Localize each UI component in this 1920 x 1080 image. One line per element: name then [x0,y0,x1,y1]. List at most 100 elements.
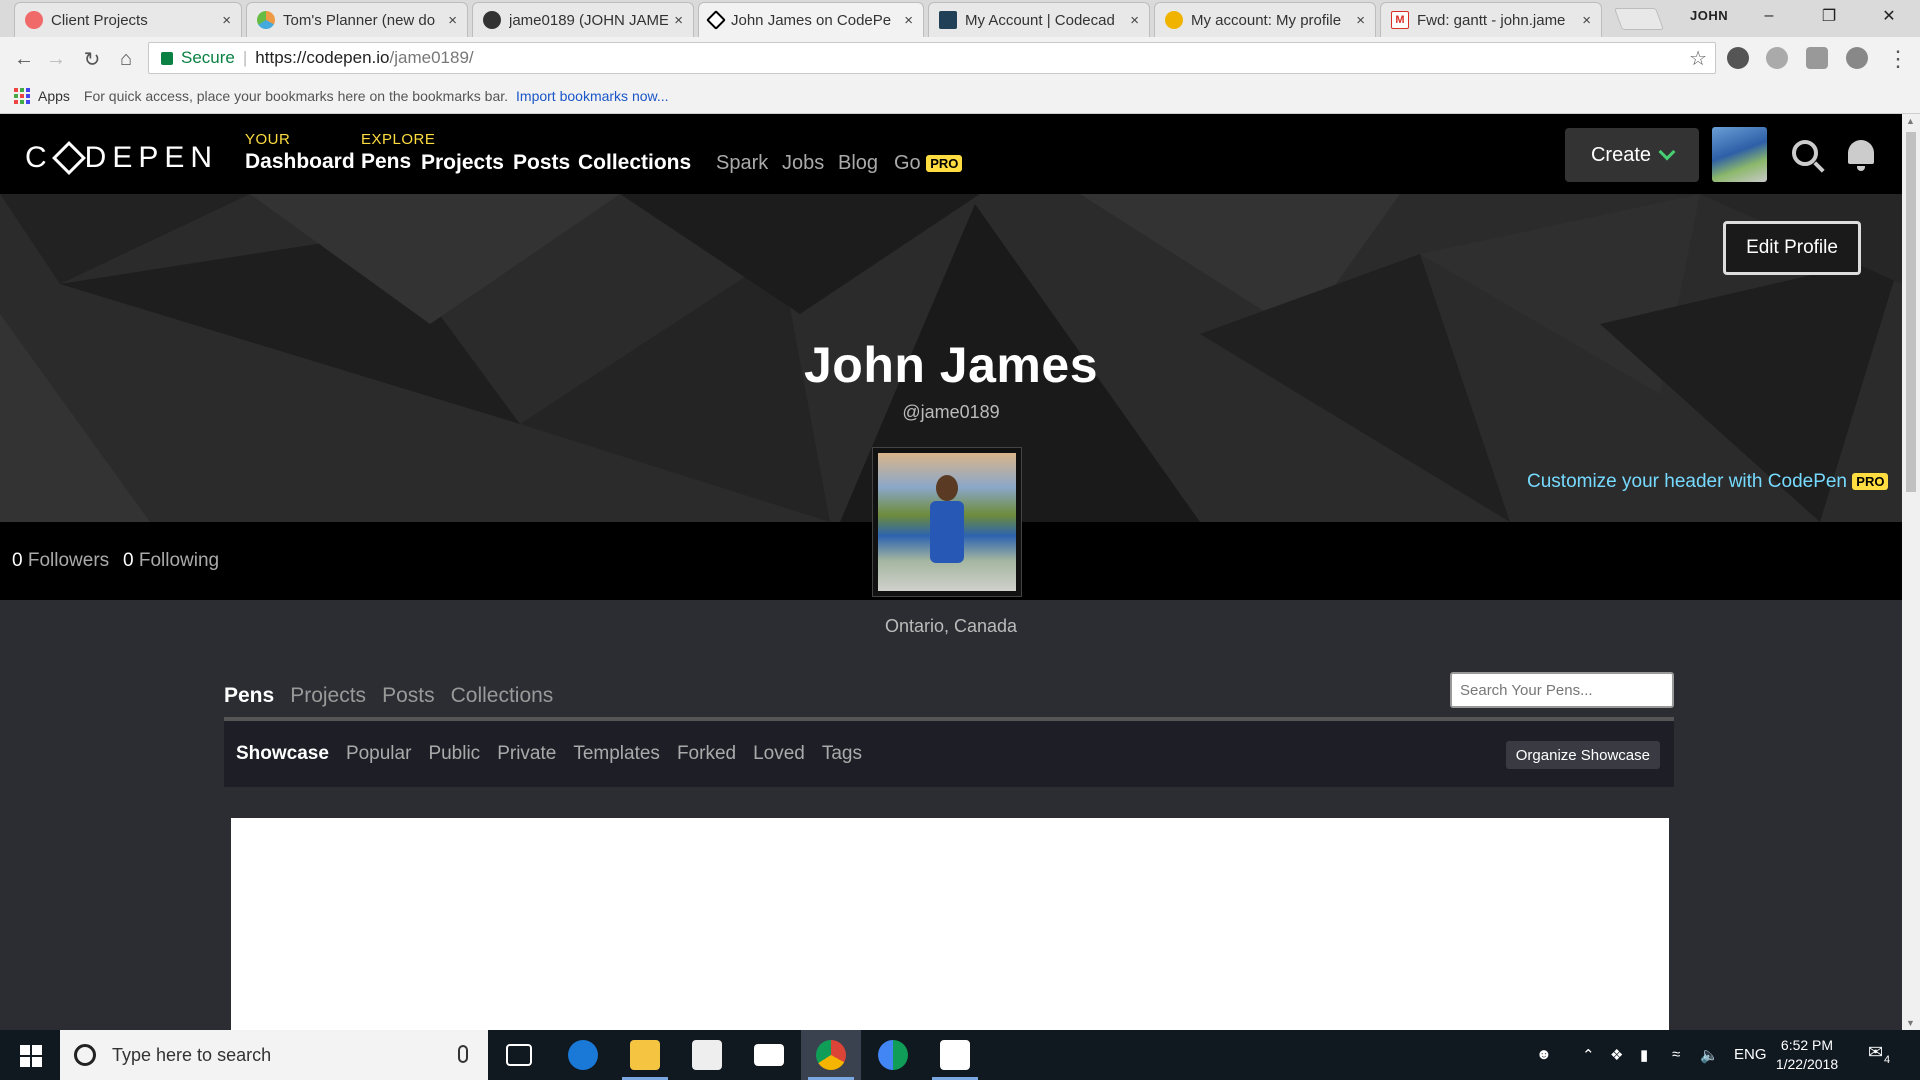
subtab-tags[interactable]: Tags [822,743,862,765]
codepen-icon [706,10,726,30]
profile-location: Ontario, Canada [884,616,1018,636]
taskbar-clock[interactable]: 6:52 PM 1/22/2018 [1762,1036,1852,1074]
subtab-loved[interactable]: Loved [753,743,805,765]
back-icon[interactable]: ← [10,45,38,73]
nav-projects[interactable]: Projects [421,151,504,175]
battery-icon[interactable]: ▮ [1640,1046,1648,1064]
window-user-label[interactable]: JOHN [1690,8,1728,23]
create-button[interactable]: Create [1565,128,1699,182]
import-bookmarks-link[interactable]: Import bookmarks now... [516,88,669,104]
following-link[interactable]: 0 Following [123,550,219,572]
window-close-icon[interactable]: ✕ [1860,0,1918,32]
tray-chevron-up-icon[interactable]: ⌃ [1582,1046,1595,1064]
extension-wordpress-icon[interactable] [1727,47,1749,69]
home-icon[interactable]: ⌂ [112,45,140,73]
extension-icon[interactable] [1766,47,1788,69]
subtab-forked[interactable]: Forked [677,743,736,765]
close-icon[interactable]: × [448,12,457,29]
notifications-icon[interactable]: ✉ [1868,1042,1883,1063]
scroll-down-arrow-icon[interactable]: ▼ [1906,1018,1915,1028]
mail-icon[interactable] [754,1044,784,1066]
github-icon [483,11,501,29]
followers-count: 0 [12,550,23,571]
search-icon[interactable] [1792,140,1818,166]
organize-showcase-button[interactable]: Organize Showcase [1505,741,1660,769]
address-bar[interactable]: Secure | https://codepen.io/jame0189/ ☆ [148,42,1716,74]
restore-icon[interactable]: ❐ [1800,0,1858,32]
tab-pens[interactable]: Pens [224,684,274,708]
wifi-icon[interactable]: ≈ [1672,1046,1680,1063]
nav-dashboard[interactable]: Dashboard [245,150,355,174]
tab-posts[interactable]: Posts [382,684,435,708]
tab-title: Client Projects [51,11,148,29]
user-avatar[interactable] [1712,127,1767,182]
browser-tab[interactable]: M Fwd: gantt - john.jame × [1380,2,1602,37]
close-icon[interactable]: × [1130,12,1139,29]
forward-icon[interactable]: → [42,45,70,73]
nav-posts[interactable]: Posts [513,151,570,175]
browser-tab[interactable]: My Account | Codecad × [928,2,1150,37]
nav-go-pro[interactable]: Go PRO [894,152,963,175]
taskbar-search[interactable]: Type here to search [60,1030,488,1080]
photos-icon[interactable] [940,1040,970,1070]
microphone-icon[interactable] [458,1045,468,1063]
extension-gear-icon[interactable] [1846,47,1868,69]
subtab-showcase[interactable]: Showcase [236,743,329,765]
scroll-up-arrow-icon[interactable]: ▲ [1906,116,1915,126]
close-icon[interactable]: × [222,12,231,29]
followers-link[interactable]: 0 Followers [12,550,109,572]
subtab-templates[interactable]: Templates [573,743,660,765]
customize-header-link[interactable]: Customize your header with CodePen PRO [1527,471,1889,493]
chrome-menu-icon[interactable]: ⋮ [1884,45,1912,73]
profile-content: Ontario, Canada Pens Projects Posts Coll… [0,600,1902,1030]
profile-avatar [872,447,1022,597]
apps-link[interactable]: Apps [38,88,70,104]
tab-title: My Account | Codecad [965,11,1115,29]
nav-collections[interactable]: Collections [578,151,691,175]
tab-projects[interactable]: Projects [290,684,366,708]
browser-tab[interactable]: My account: My profile × [1154,2,1376,37]
tab-collections[interactable]: Collections [451,684,554,708]
new-tab-button[interactable] [1613,8,1665,30]
chrome-icon[interactable] [816,1040,846,1070]
nav-jobs[interactable]: Jobs [782,152,824,175]
close-icon[interactable]: × [904,12,913,29]
people-icon[interactable]: ☻ [1536,1046,1552,1063]
task-view-icon[interactable] [506,1044,532,1066]
close-icon[interactable]: × [674,12,683,29]
nav-blog[interactable]: Blog [838,152,878,175]
minimize-icon[interactable]: – [1740,0,1798,32]
page-scrollbar[interactable]: ▲ ▼ [1902,114,1920,1030]
bookmark-star-icon[interactable]: ☆ [1689,46,1707,71]
browser-tab[interactable]: Client Projects × [14,2,242,37]
file-explorer-icon[interactable] [630,1040,660,1070]
volume-icon[interactable]: 🔈 [1700,1046,1719,1064]
codepen-logo[interactable]: C DEPEN [25,141,218,175]
edit-profile-button[interactable]: Edit Profile [1723,221,1861,275]
profile-name: John James [803,337,1098,393]
camera-extension-icon[interactable] [1806,47,1828,69]
browser-tab[interactable]: Tom's Planner (new do × [246,2,468,37]
apps-grid-icon[interactable] [14,88,30,104]
close-icon[interactable]: × [1356,12,1365,29]
pens-subtabs: Showcase Popular Public Private Template… [236,743,862,765]
browser-tab-active[interactable]: John James on CodePe × [698,2,924,37]
reload-icon[interactable]: ↻ [78,45,106,73]
showcase-panel [231,818,1669,1030]
profile-icon [1165,11,1183,29]
scrollbar-thumb[interactable] [1906,132,1916,492]
nav-spark[interactable]: Spark [716,152,768,175]
search-pens-input[interactable]: Search Your Pens... [1450,672,1674,708]
windows-start-icon[interactable] [20,1045,42,1067]
subtab-popular[interactable]: Popular [346,743,412,765]
dropbox-icon[interactable]: ❖ [1610,1046,1623,1064]
subtab-private[interactable]: Private [497,743,556,765]
close-icon[interactable]: × [1582,12,1591,29]
browser-tab[interactable]: jame0189 (JOHN JAME × [472,2,694,37]
subtab-public[interactable]: Public [428,743,480,765]
store-icon[interactable] [692,1040,722,1070]
google-earth-icon[interactable] [878,1040,908,1070]
bell-icon[interactable] [1848,140,1874,171]
edge-icon[interactable] [568,1040,598,1070]
tab-title: Fwd: gantt - john.jame [1417,11,1566,29]
